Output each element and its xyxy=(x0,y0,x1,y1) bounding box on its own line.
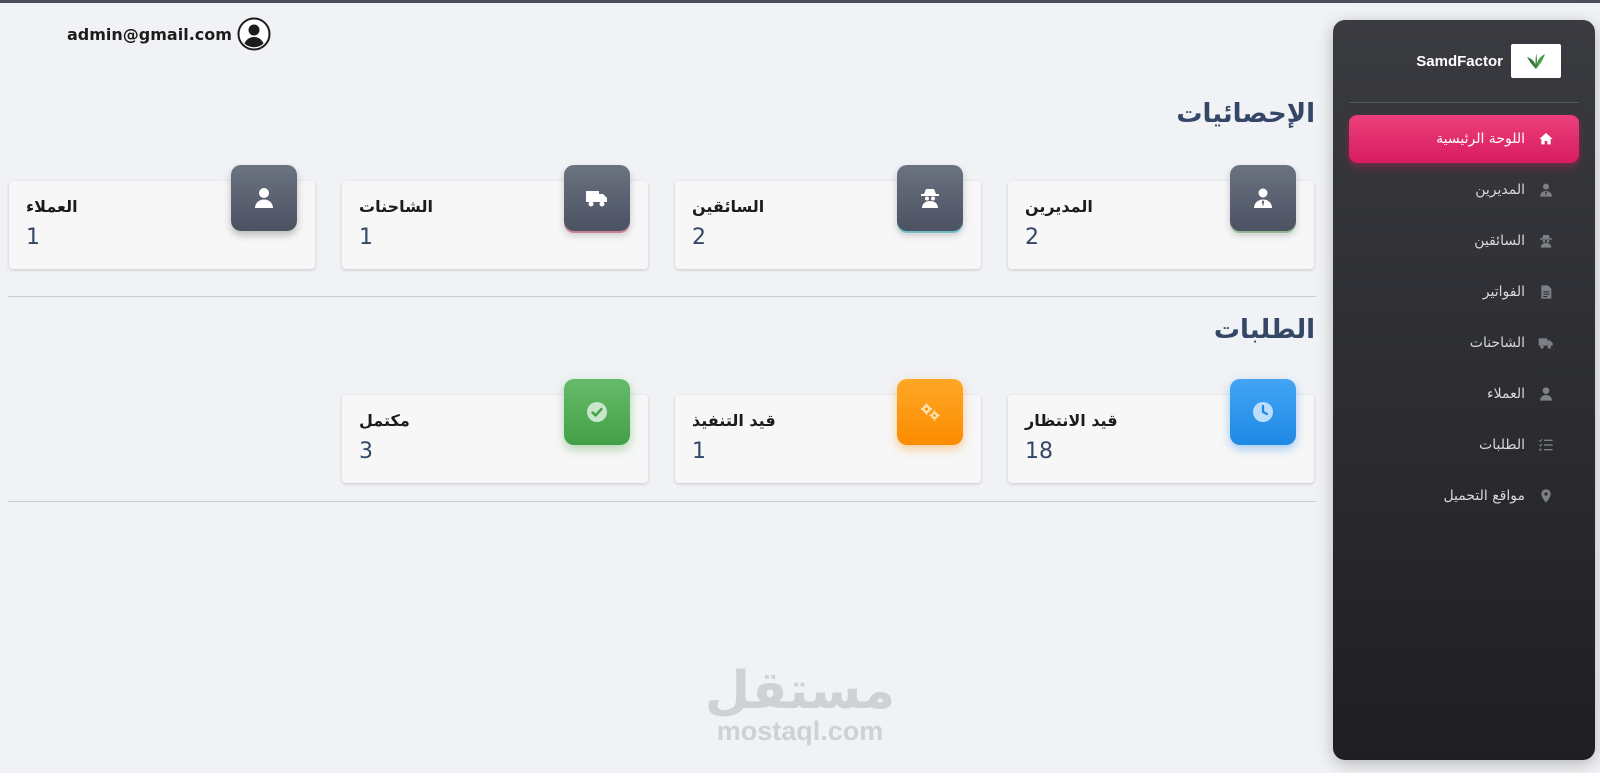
user-email: admin@gmail.com xyxy=(67,25,232,44)
brand-logo xyxy=(1511,44,1561,78)
stat-card-value: 2 xyxy=(1025,225,1039,250)
sidebar-item-invoices[interactable]: الفواتير xyxy=(1349,268,1579,316)
sidebar-item-label: الفواتير xyxy=(1482,284,1525,300)
sidebar-item-label: السائقين xyxy=(1474,233,1525,249)
stat-card-label: المديرين xyxy=(1025,197,1093,216)
sidebar-item-label: المديرين xyxy=(1475,182,1525,198)
clock-icon xyxy=(1230,379,1296,445)
user-secret-icon xyxy=(897,165,963,231)
user-avatar-icon[interactable] xyxy=(237,17,271,51)
sidebar-item-label: اللوحة الرئيسية xyxy=(1436,131,1525,147)
watermark: مستقل mostaql.com xyxy=(700,665,900,745)
order-card-value: 3 xyxy=(359,439,373,464)
map-marker-icon xyxy=(1537,487,1555,505)
user-tie-icon xyxy=(1537,181,1555,199)
order-card-value: 1 xyxy=(692,439,706,464)
user-tie-icon xyxy=(1230,165,1296,231)
stat-card-trucks[interactable]: الشاحنات 1 xyxy=(342,165,648,269)
stats-section-title: الإحصائيات xyxy=(1176,99,1315,129)
user-icon xyxy=(1537,385,1555,403)
tasks-icon xyxy=(1537,436,1555,454)
brand[interactable]: SamdFactor xyxy=(1416,44,1561,78)
file-invoice-icon xyxy=(1537,283,1555,301)
truck-icon xyxy=(1537,334,1555,352)
sidebar-item-label: مواقع التحميل xyxy=(1443,488,1525,504)
brand-name: SamdFactor xyxy=(1416,52,1503,70)
check-circle-icon xyxy=(564,379,630,445)
sidebar-item-drivers[interactable]: السائقين xyxy=(1349,217,1579,265)
truck-icon xyxy=(564,165,630,231)
watermark-arabic: مستقل xyxy=(704,661,896,721)
sidebar: SamdFactor اللوحة الرئيسية المديرين السا… xyxy=(1333,20,1595,760)
stat-card-drivers[interactable]: السائقين 2 xyxy=(675,165,981,269)
stat-card-customers[interactable]: العملاء 1 xyxy=(9,165,315,269)
sidebar-divider xyxy=(1349,102,1579,103)
sidebar-item-label: الطلبات xyxy=(1479,437,1525,453)
user-icon xyxy=(231,165,297,231)
order-card-completed[interactable]: مكتمل 3 xyxy=(342,379,648,483)
section-divider xyxy=(8,501,1316,502)
sidebar-item-customers[interactable]: العملاء xyxy=(1349,370,1579,418)
section-divider xyxy=(8,296,1316,297)
stat-card-label: الشاحنات xyxy=(359,197,433,216)
order-card-in-progress[interactable]: قيد التنفيذ 1 xyxy=(675,379,981,483)
watermark-latin: mostaql.com xyxy=(716,716,884,746)
sidebar-item-managers[interactable]: المديرين xyxy=(1349,166,1579,214)
user-secret-icon xyxy=(1537,232,1555,250)
order-card-label: قيد الانتظار xyxy=(1025,411,1118,430)
stat-card-value: 2 xyxy=(692,225,706,250)
cogs-icon xyxy=(897,379,963,445)
sidebar-item-label: الشاحنات xyxy=(1469,335,1525,351)
sidebar-item-loading-sites[interactable]: مواقع التحميل xyxy=(1349,472,1579,520)
stat-card-label: العملاء xyxy=(26,197,78,216)
orders-section-title: الطلبات xyxy=(1213,315,1315,345)
order-card-label: مكتمل xyxy=(359,411,410,430)
order-card-label: قيد التنفيذ xyxy=(692,411,776,430)
sidebar-item-trucks[interactable]: الشاحنات xyxy=(1349,319,1579,367)
stat-card-value: 1 xyxy=(359,225,373,250)
stat-card-value: 1 xyxy=(26,225,40,250)
stat-card-managers[interactable]: المديرين 2 xyxy=(1008,165,1314,269)
sidebar-item-orders[interactable]: الطلبات xyxy=(1349,421,1579,469)
sidebar-item-label: العملاء xyxy=(1487,386,1525,402)
top-border xyxy=(0,0,1600,3)
sidebar-nav: اللوحة الرئيسية المديرين السائقين الفوات… xyxy=(1349,115,1579,523)
order-card-pending[interactable]: قيد الانتظار 18 xyxy=(1008,379,1314,483)
order-card-value: 18 xyxy=(1025,439,1053,464)
home-icon xyxy=(1537,130,1555,148)
stat-card-label: السائقين xyxy=(692,197,765,216)
sidebar-item-dashboard[interactable]: اللوحة الرئيسية xyxy=(1349,115,1579,163)
